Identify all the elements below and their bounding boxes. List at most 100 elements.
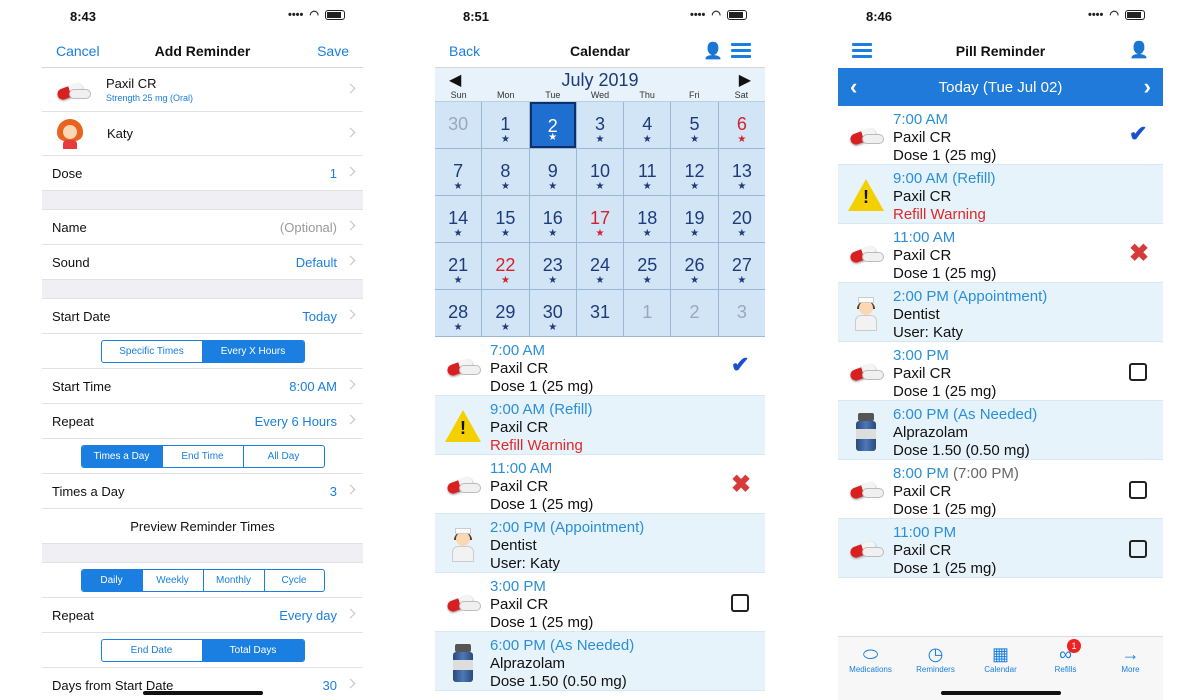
calendar-day-cell[interactable]: 26 ★	[671, 243, 718, 289]
checkmark-icon[interactable]: ✔	[731, 354, 753, 378]
calendar-day-cell[interactable]: 14 ★	[435, 196, 482, 242]
start-time-row[interactable]: Start Time 8:00 AM	[42, 369, 363, 404]
skipped-x-icon[interactable]: ✖	[1129, 242, 1151, 266]
save-button[interactable]: Save	[317, 43, 349, 59]
calendar-day-cell[interactable]: 16 ★	[529, 196, 576, 242]
calendar-day-cell[interactable]: 3	[718, 290, 765, 336]
calendar-day-cell[interactable]: 24 ★	[576, 243, 624, 289]
segment-all-day[interactable]: All Day	[242, 445, 324, 467]
calendar-day-cell[interactable]: 21 ★	[435, 243, 482, 289]
user-row[interactable]: Katy	[42, 112, 363, 156]
preview-reminder-times-button[interactable]: Preview Reminder Times	[42, 509, 363, 544]
calendar-day-cell[interactable]: 18 ★	[624, 196, 671, 242]
segment-end-time[interactable]: End Time	[161, 445, 243, 467]
calendar-day-cell[interactable]: 15 ★	[482, 196, 529, 242]
calendar-day-cell[interactable]: 28 ★	[435, 290, 482, 336]
sound-row[interactable]: Sound Default	[42, 245, 363, 280]
calendar-day-cell[interactable]: 2 ★	[529, 102, 576, 148]
checkbox-icon[interactable]	[731, 592, 753, 614]
segment-specific-times[interactable]: Specific Times	[102, 341, 202, 362]
calendar-day-cell[interactable]: 30	[435, 102, 482, 148]
segment-total-days[interactable]: Total Days	[201, 639, 304, 661]
next-month-icon[interactable]: ▶	[739, 70, 751, 90]
reminder-item[interactable]: 11:00 PM Paxil CR Dose 1 (25 mg)	[838, 519, 1163, 578]
days-from-start-row[interactable]: Days from Start Date 30	[42, 668, 363, 700]
segment-end-date[interactable]: End Date	[102, 640, 202, 661]
repeat-hours-row[interactable]: Repeat Every 6 Hours	[42, 404, 363, 439]
calendar-day-cell[interactable]: 1	[624, 290, 671, 336]
segment-daily[interactable]: Daily	[81, 569, 142, 591]
reminder-item[interactable]: 7:00 AM Paxil CR Dose 1 (25 mg) ✔	[435, 337, 765, 396]
user-icon[interactable]: 👤	[703, 41, 723, 61]
section-gap	[42, 280, 363, 299]
reminder-item[interactable]: 2:00 PM (Appointment) Dentist User: Katy	[435, 514, 765, 573]
reminder-star-icon: ★	[453, 181, 463, 192]
start-date-row[interactable]: Start Date Today	[42, 299, 363, 334]
reminder-item[interactable]: ! 9:00 AM (Refill) Paxil CR Refill Warning	[435, 396, 765, 455]
reminder-item[interactable]: 11:00 AM Paxil CR Dose 1 (25 mg) ✖	[435, 455, 765, 514]
medication-row[interactable]: Paxil CR Strength 25 mg (Oral)	[42, 68, 363, 112]
reminder-detail: User: Katy	[893, 324, 964, 341]
user-icon[interactable]: 👤	[1129, 40, 1149, 60]
segment-weekly[interactable]: Weekly	[141, 569, 203, 591]
nav-bar: Pill Reminder 👤	[838, 34, 1163, 68]
reminder-item[interactable]: 6:00 PM (As Needed) Alprazolam Dose 1.50 (…	[838, 401, 1163, 460]
calendar-day-cell[interactable]: 22 ★	[482, 243, 529, 289]
reminder-time: 6:00 PM (As Needed)	[893, 406, 1037, 424]
calendar-day-cell[interactable]: 5 ★	[671, 102, 718, 148]
reminder-item[interactable]: 7:00 AM Paxil CR Dose 1 (25 mg) ✔	[838, 106, 1163, 165]
segment-every-x-hours[interactable]: Every X Hours	[201, 340, 304, 362]
dose-row[interactable]: Dose 1	[42, 156, 363, 191]
calendar-day-cell[interactable]: 9 ★	[529, 149, 576, 195]
skipped-x-icon[interactable]: ✖	[731, 473, 753, 497]
calendar-day-cell[interactable]: 12 ★	[671, 149, 718, 195]
calendar-day-cell[interactable]: 4 ★	[624, 102, 671, 148]
sound-label: Sound	[52, 254, 90, 270]
repeat-days-row[interactable]: Repeat Every day	[42, 598, 363, 633]
segment-times-a-day[interactable]: Times a Day	[81, 445, 162, 467]
reminder-item[interactable]: 8:00 PM (7:00 PM) Paxil CR Dose 1 (25 mg)	[838, 460, 1163, 519]
calendar-day-cell[interactable]: 31	[576, 290, 624, 336]
calendar-day-cell[interactable]: 11 ★	[624, 149, 671, 195]
calendar-day-cell[interactable]: 3 ★	[576, 102, 624, 148]
segment-monthly[interactable]: Monthly	[202, 569, 264, 591]
day-number: 3	[736, 302, 747, 322]
checkbox-icon[interactable]	[1129, 479, 1151, 501]
reminder-item[interactable]: 6:00 PM (As Needed) Alprazolam Dose 1.50 (…	[435, 632, 765, 691]
reminder-detail: Dose 1 (25 mg)	[893, 147, 997, 164]
reminder-item[interactable]: 3:00 PM Paxil CR Dose 1 (25 mg)	[435, 573, 765, 632]
calendar-day-cell[interactable]: 23 ★	[529, 243, 576, 289]
tab-label: More	[1121, 665, 1140, 674]
reminder-item[interactable]: ! 9:00 AM (Refill) Paxil CR Refill Warning	[838, 165, 1163, 224]
calendar-day-cell[interactable]: 8 ★	[482, 149, 529, 195]
checkbox-icon[interactable]	[1129, 538, 1151, 560]
calendar-day-cell[interactable]: 2	[671, 290, 718, 336]
times-a-day-label: Times a Day	[52, 483, 125, 499]
next-day-icon[interactable]: ›	[1144, 74, 1151, 100]
reminder-item[interactable]: 11:00 AM Paxil CR Dose 1 (25 mg) ✖	[838, 224, 1163, 283]
calendar-day-cell[interactable]: 10 ★	[576, 149, 624, 195]
calendar-day-cell[interactable]: 30 ★	[529, 290, 576, 336]
calendar-day-cell[interactable]: 19 ★	[671, 196, 718, 242]
segment-cycle[interactable]: Cycle	[263, 569, 324, 591]
name-row[interactable]: Name (Optional)	[42, 210, 363, 245]
calendar-day-cell[interactable]: 25 ★	[624, 243, 671, 289]
calendar-day-cell[interactable]: 7 ★	[435, 149, 482, 195]
calendar-day-cell[interactable]: 27 ★	[718, 243, 765, 289]
checkbox-icon[interactable]	[1129, 361, 1151, 383]
checkmark-icon[interactable]: ✔	[1129, 123, 1151, 147]
add-reminder-screen: 8:43 •••• ◠ Cancel Add Reminder Save Pax…	[42, 0, 363, 700]
calendar-day-cell[interactable]: 20 ★	[718, 196, 765, 242]
calendar-day-cell[interactable]: 1 ★	[482, 102, 529, 148]
calendar-day-cell[interactable]: 17 ★	[576, 196, 624, 242]
calendar-day-cell[interactable]: 6 ★	[718, 102, 765, 148]
day-number: 16	[542, 208, 563, 228]
reminder-item[interactable]: 2:00 PM (Appointment) Dentist User: Katy	[838, 283, 1163, 342]
calendar-day-cell[interactable]: 29 ★	[482, 290, 529, 336]
times-a-day-row[interactable]: Times a Day 3	[42, 474, 363, 509]
tab-medications[interactable]: ⬭ Medications	[838, 637, 903, 700]
menu-icon[interactable]	[731, 40, 751, 61]
calendar-day-cell[interactable]: 13 ★	[718, 149, 765, 195]
reminder-item[interactable]: 3:00 PM Paxil CR Dose 1 (25 mg)	[838, 342, 1163, 401]
tab-more[interactable]: → More	[1098, 637, 1163, 700]
